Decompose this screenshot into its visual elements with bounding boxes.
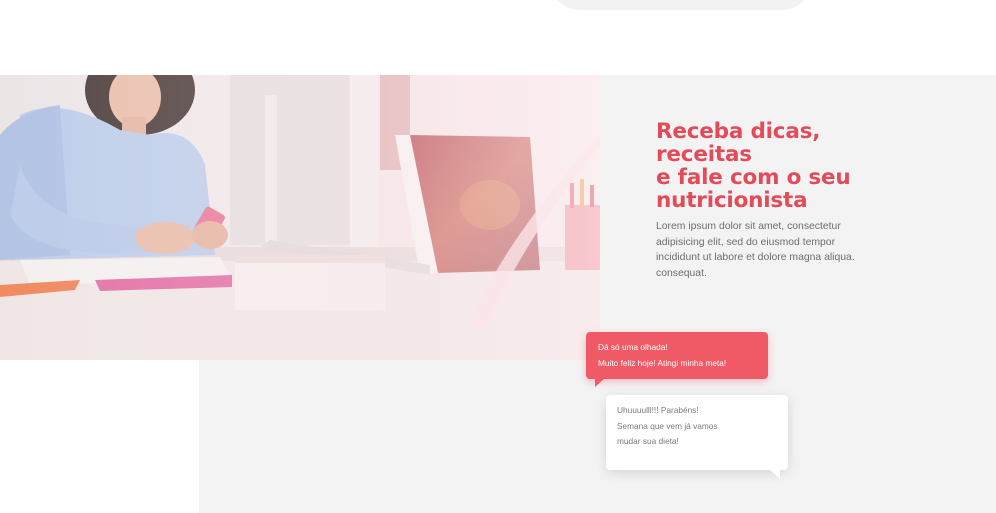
headline-line: nutricionista xyxy=(656,188,808,213)
content-panel xyxy=(600,75,996,360)
headline: Receba dicas, receitas e fale com o seu … xyxy=(656,120,851,212)
chat-line: Semana que vem já vamos xyxy=(617,420,718,431)
top-pill-decoration xyxy=(550,0,812,10)
bubble-tail xyxy=(770,470,780,479)
photo-illustration xyxy=(0,75,600,360)
chat-line: Dá só uma olhada! xyxy=(598,342,668,352)
hero-description: Lorem ipsum dolor sit amet, consectetur … xyxy=(656,221,855,279)
headline-line: e fale com o seu xyxy=(656,165,851,190)
chat-bubble-nutritionist: Uhuuuulll!!! Parabéns! Semana que vem já… xyxy=(606,395,788,479)
hero-photo xyxy=(0,75,600,360)
headline-line: receitas xyxy=(656,142,752,167)
chat-line: Muito feliz hoje! Atingi minha meta! xyxy=(598,357,727,368)
chat-line: mudar sua dieta! xyxy=(617,436,679,446)
headline-line: Receba dicas, xyxy=(656,119,821,144)
chat-bubble-user: Dá só uma olhada! Muito feliz hoje! Atin… xyxy=(586,332,768,387)
chat-line: Uhuuuulll!!! Parabéns! xyxy=(617,405,699,415)
bubble-tail xyxy=(595,378,605,387)
